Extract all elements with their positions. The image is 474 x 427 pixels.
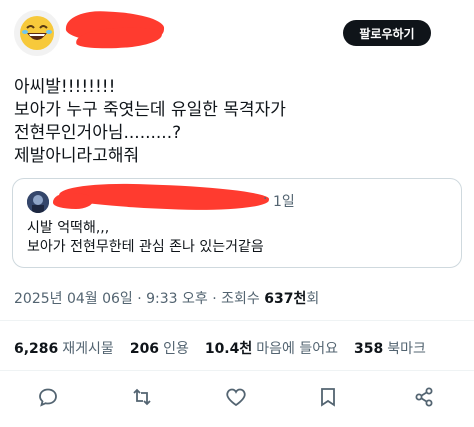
engagement-stats: 6,286 재게시물 206 인용 10.4천 마음에 들어요 358 북마크 xyxy=(14,338,426,358)
tweet-line: 제발아니라고해줘 xyxy=(14,146,140,166)
quoted-text: 시발 억떡해,,, 보아가 전현무한테 관심 존나 있는거같음 xyxy=(27,219,264,257)
reply-icon[interactable] xyxy=(36,385,60,409)
quoted-avatar-image-icon xyxy=(27,191,49,213)
bookmark-icon[interactable] xyxy=(316,385,340,409)
quoted-avatar xyxy=(27,191,49,213)
quoted-line: 시발 억떡해,,, xyxy=(27,220,110,236)
quoted-line: 보아가 전현무한테 관심 존나 있는거같음 xyxy=(27,239,264,255)
tweet-datetime[interactable]: 2025년 04월 06일 · 9:33 오후 xyxy=(14,291,208,307)
tweet-text: 아씨발!!!!!!!! 보아가 누구 죽엿는데 유일한 목격자가 전현무인거아님… xyxy=(14,76,286,168)
separator-dot: · xyxy=(263,191,268,207)
like-icon[interactable] xyxy=(224,385,248,409)
avatar[interactable] xyxy=(14,10,60,56)
views-label: 조회수 xyxy=(221,291,260,307)
repost-icon[interactable] xyxy=(130,385,154,409)
share-icon[interactable] xyxy=(412,385,436,409)
divider xyxy=(0,370,474,371)
views-count: 637천 xyxy=(264,291,307,307)
meta-separator: · xyxy=(207,291,222,307)
stat-likes[interactable]: 10.4천 마음에 들어요 xyxy=(205,338,338,358)
tweet-meta: 2025년 04월 06일 · 9:33 오후 · 조회수 637천회 xyxy=(14,288,319,308)
quoted-time: 1일 xyxy=(273,194,295,210)
tweet-line: 보아가 누구 죽엿는데 유일한 목격자가 xyxy=(14,100,286,120)
action-bar xyxy=(0,385,474,413)
tweet-line: 전현무인거아님.........? xyxy=(14,123,182,143)
redacted-quoted-handle xyxy=(53,193,93,209)
tweet-line: 아씨발!!!!!!!! xyxy=(14,77,116,97)
stat-reposts[interactable]: 6,286 재게시물 xyxy=(14,338,114,358)
stat-quotes[interactable]: 206 인용 xyxy=(130,338,189,358)
follow-button[interactable]: 팔로우하기 xyxy=(343,20,431,46)
quoted-tweet[interactable]: · 1일 시발 억떡해,,, 보아가 전현무한테 관심 존나 있는거같음 xyxy=(12,178,462,268)
divider xyxy=(0,320,474,321)
stat-bookmarks[interactable]: 358 북마크 xyxy=(354,338,426,358)
laughing-emoji-icon xyxy=(20,16,54,50)
views-suffix: 회 xyxy=(306,291,320,307)
